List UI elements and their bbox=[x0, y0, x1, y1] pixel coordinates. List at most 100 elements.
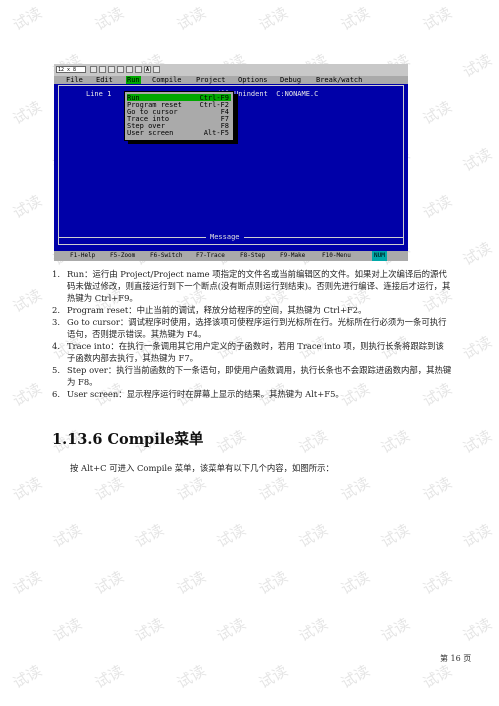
watermark-text: 试读 bbox=[255, 661, 291, 693]
toolbar-button[interactable] bbox=[135, 66, 142, 73]
watermark-text: 试读 bbox=[459, 332, 495, 364]
list-item: 4. Trace into：在执行一条调用其它用户定义的子函数时，若用 Trace… bbox=[52, 340, 452, 364]
watermark-text: 试读 bbox=[295, 426, 331, 458]
menu-edit[interactable]: Edit bbox=[96, 76, 113, 84]
menu-item-step-over[interactable]: Step over F8 bbox=[127, 122, 231, 130]
list-item: 5. Step over：执行当前函数的下一条语句，即使用户函数调用，执行长条也不… bbox=[52, 364, 452, 388]
watermark-text: 试读 bbox=[459, 520, 495, 552]
watermark-text: 试读 bbox=[419, 473, 455, 505]
menu-item-hotkey: Alt-F5 bbox=[203, 129, 229, 137]
turbo-c-screenshot: 12 x 8 A File Edit Run Compile Project O… bbox=[54, 64, 408, 261]
watermark-text: 试读 bbox=[91, 567, 127, 599]
item-text: Go to cursor：调试程序时使用，选择该项可使程序运行到光标所在行。光标… bbox=[67, 317, 447, 339]
status-make[interactable]: F9-Make bbox=[280, 251, 305, 261]
status-zoom[interactable]: F5-Zoom bbox=[110, 251, 135, 261]
watermark-text: 试读 bbox=[9, 379, 45, 411]
item-number: 3. bbox=[52, 317, 60, 327]
menu-item-user-screen[interactable]: User screen Alt-F5 bbox=[127, 129, 231, 137]
item-text: User screen：显示程序运行时在屏幕上显示的结果。其热键为 Alt+F5… bbox=[67, 389, 344, 399]
num-lock-indicator: NUM bbox=[372, 251, 387, 261]
watermark-text: 试读 bbox=[9, 3, 45, 35]
watermark-text: 试读 bbox=[9, 191, 45, 223]
watermark-text: 试读 bbox=[377, 426, 413, 458]
message-title: Message bbox=[210, 233, 240, 241]
item-text: Program reset：中止当前的调试，释放分给程序的空间，其热键为 Ctr… bbox=[67, 305, 367, 315]
watermark-text: 试读 bbox=[91, 3, 127, 35]
watermark-text: 试读 bbox=[459, 614, 495, 646]
menu-file[interactable]: File bbox=[66, 76, 83, 84]
menu-options[interactable]: Options bbox=[238, 76, 268, 84]
toolbar-button[interactable] bbox=[117, 66, 124, 73]
divider bbox=[244, 237, 404, 238]
status-menu[interactable]: F10-Menu bbox=[322, 251, 351, 261]
watermark-text: 试读 bbox=[295, 520, 331, 552]
watermark-text: 试读 bbox=[213, 614, 249, 646]
run-dropdown-menu: Run Ctrl-F9 Program reset Ctrl-F2 Go to cu… bbox=[124, 91, 234, 141]
watermark-text: 试读 bbox=[173, 473, 209, 505]
watermark-text: 试读 bbox=[173, 3, 209, 35]
watermark-text: 试读 bbox=[419, 3, 455, 35]
status-switch[interactable]: F6-Switch bbox=[150, 251, 183, 261]
menu-item-trace-into[interactable]: Trace into F7 bbox=[127, 115, 231, 123]
watermark-text: 试读 bbox=[131, 520, 167, 552]
item-number: 1. bbox=[52, 269, 60, 279]
watermark-text: 试读 bbox=[173, 661, 209, 693]
item-text: Step over：执行当前函数的下一条语句，即使用户函数调用，执行长条也不会跟… bbox=[67, 365, 452, 387]
status-help[interactable]: F1-Help bbox=[70, 251, 95, 261]
edit-line-indicator: Line 1 bbox=[86, 90, 112, 98]
status-step[interactable]: F8-Step bbox=[240, 251, 265, 261]
watermark-text: 试读 bbox=[131, 614, 167, 646]
watermark-text: 试读 bbox=[459, 238, 495, 270]
watermark-text: 试读 bbox=[419, 661, 455, 693]
intro-paragraph: 按 Alt+C 可进入 Compile 菜单，该菜单有以下几个内容，如图所示： bbox=[70, 463, 334, 473]
watermark-text: 试读 bbox=[255, 473, 291, 505]
message-window-title-bar: Message bbox=[58, 232, 404, 245]
list-item: 2. Program reset：中止当前的调试，释放分给程序的空间，其热键为 C… bbox=[52, 304, 452, 316]
dos-menu-bar: File Edit Run Compile Project Options De… bbox=[54, 76, 408, 84]
watermark-text: 试读 bbox=[49, 614, 85, 646]
run-menu-item-list: 1. Run：运行由 Project/Project name 项指定的文件名或当… bbox=[52, 268, 452, 400]
toolbar-button[interactable] bbox=[126, 66, 133, 73]
toolbar-button[interactable] bbox=[99, 66, 106, 73]
status-trace[interactable]: F7-Trace bbox=[196, 251, 225, 261]
watermark-text: 试读 bbox=[173, 567, 209, 599]
watermark-text: 试读 bbox=[419, 191, 455, 223]
toolbar-button[interactable] bbox=[153, 66, 160, 73]
list-item: 1. Run：运行由 Project/Project name 项指定的文件名或当… bbox=[52, 268, 452, 304]
watermark-text: 试读 bbox=[377, 520, 413, 552]
watermark-text: 试读 bbox=[255, 3, 291, 35]
watermark-text: 试读 bbox=[213, 520, 249, 552]
watermark-text: 试读 bbox=[91, 661, 127, 693]
item-number: 6. bbox=[52, 389, 60, 399]
menu-shadow bbox=[128, 141, 238, 144]
menu-compile[interactable]: Compile bbox=[152, 76, 182, 84]
menu-run[interactable]: Run bbox=[126, 76, 141, 84]
menu-break-watch[interactable]: Break/watch bbox=[316, 76, 362, 84]
font-button[interactable]: A bbox=[144, 66, 151, 73]
watermark-text: 试读 bbox=[337, 567, 373, 599]
watermark-text: 试读 bbox=[9, 567, 45, 599]
list-item: 6. User screen：显示程序运行时在屏幕上显示的结果。其热键为 Alt+… bbox=[52, 388, 452, 400]
watermark-text: 试读 bbox=[9, 473, 45, 505]
watermark-text: 试读 bbox=[377, 614, 413, 646]
toolbar-button[interactable] bbox=[108, 66, 115, 73]
list-item: 3. Go to cursor：调试程序时使用，选择该项可使程序运行到光标所在行。… bbox=[52, 316, 452, 340]
watermark-text: 试读 bbox=[337, 473, 373, 505]
watermark-text: 试读 bbox=[213, 426, 249, 458]
menu-shadow bbox=[234, 94, 238, 144]
menu-project[interactable]: Project bbox=[196, 76, 226, 84]
menu-item-label: User screen bbox=[127, 129, 174, 137]
font-size-combo[interactable]: 12 x 8 bbox=[56, 66, 86, 73]
divider bbox=[58, 237, 206, 238]
watermark-text: 试读 bbox=[255, 567, 291, 599]
toolbar-button[interactable] bbox=[90, 66, 97, 73]
menu-item-program-reset[interactable]: Program reset Ctrl-F2 bbox=[127, 101, 231, 109]
watermark-text: 试读 bbox=[295, 614, 331, 646]
menu-debug[interactable]: Debug bbox=[280, 76, 301, 84]
watermark-text: 试读 bbox=[337, 661, 373, 693]
menu-item-go-to-cursor[interactable]: Go to cursor F4 bbox=[127, 108, 231, 116]
menu-item-run[interactable]: Run Ctrl-F9 bbox=[127, 94, 231, 102]
item-number: 5. bbox=[52, 365, 60, 375]
item-number: 2. bbox=[52, 305, 60, 315]
watermark-text: 试读 bbox=[459, 426, 495, 458]
